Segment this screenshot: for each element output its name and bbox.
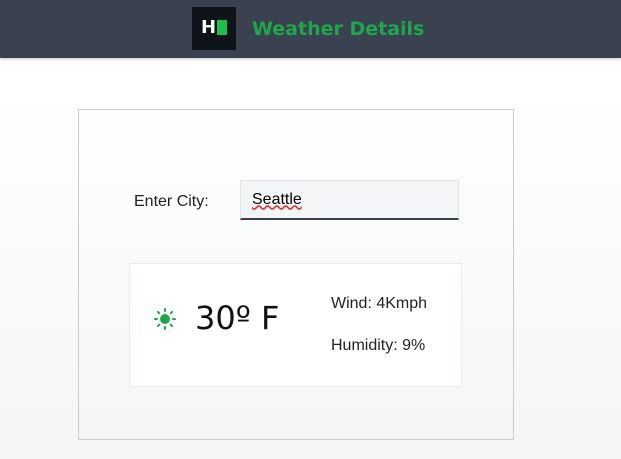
- wind-speed: Wind: 4Kmph: [331, 295, 428, 312]
- city-input-value: Seattle: [252, 190, 302, 208]
- app-title: Weather Details: [252, 18, 425, 40]
- top-bar: H Weather Details: [0, 0, 621, 58]
- logo-letter: H: [201, 17, 217, 38]
- city-label: Enter City:: [134, 193, 209, 210]
- humidity-value: Humidity: 9%: [331, 337, 426, 354]
- sun-icon: [154, 308, 176, 330]
- hackerrank-logo[interactable]: H: [192, 7, 236, 50]
- logo-accent-block: [217, 20, 227, 35]
- weather-card: [129, 263, 462, 387]
- temperature-value: 30º F: [195, 299, 280, 337]
- city-input[interactable]: Seattle: [240, 180, 459, 220]
